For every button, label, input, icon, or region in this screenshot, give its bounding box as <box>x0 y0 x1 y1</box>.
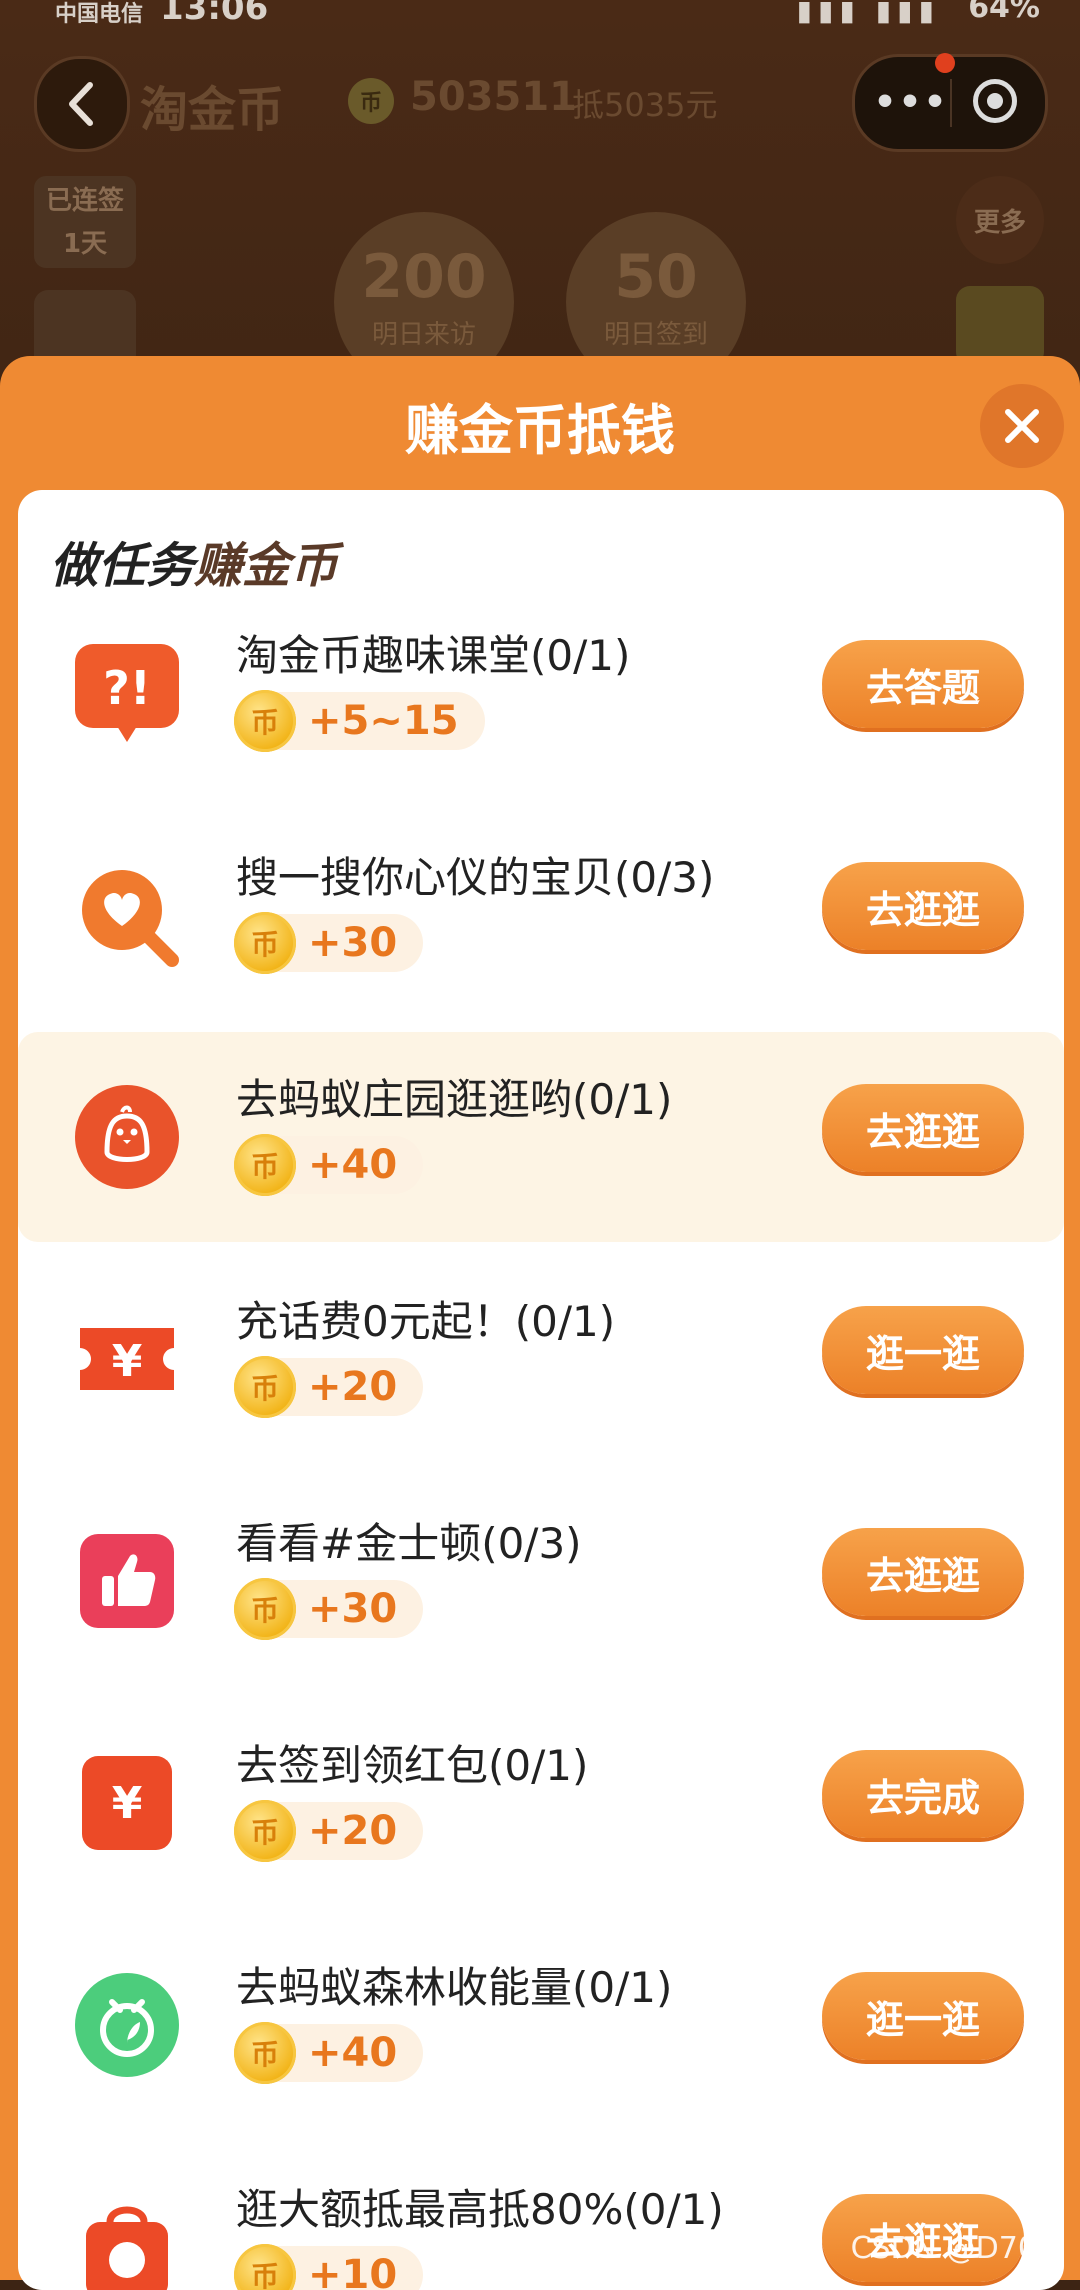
capsule-divider <box>950 79 952 127</box>
reward-points: +40 <box>308 1142 398 1188</box>
task-reward: 币 +20 <box>234 1800 424 1862</box>
coin-icon: 币 <box>234 1578 296 1640</box>
notification-dot <box>935 53 955 73</box>
reward-points: +40 <box>308 2030 398 2076</box>
mini-program-capsule: ••• <box>852 53 1048 152</box>
red-packet-icon: ¥ <box>72 1748 182 1858</box>
task-reward: 币 +20 <box>234 1356 424 1418</box>
carrier-label: 中国电信 <box>55 2 144 27</box>
bonus-amount: 50 <box>614 242 698 312</box>
task-name: 逛大额抵最高抵80%(0/1) <box>236 2185 724 2234</box>
coin-icon: 币 <box>234 2244 296 2290</box>
brand-title: 淘金币 <box>140 82 285 138</box>
task-row: ¥ 去签到领红包(0/1) 币 +20 去完成 <box>18 1698 1064 1908</box>
section-title-part: 做任务 <box>50 538 195 594</box>
deduct-amount: 抵5035元 <box>572 86 718 124</box>
reward-points: +10 <box>308 2252 398 2290</box>
thumbs-up-icon <box>72 1526 182 1636</box>
svg-text:¥: ¥ <box>112 1336 143 1387</box>
clock: 13:06 <box>160 0 269 28</box>
task-row: ¥ 充话费0元起！(0/1) 币 +20 逛一逛 <box>18 1254 1064 1464</box>
quiz-icon: ?! <box>72 638 182 748</box>
task-name: 淘金币趣味课堂(0/1) <box>236 631 631 680</box>
search-heart-icon <box>72 860 182 970</box>
back-button[interactable] <box>34 56 130 152</box>
task-reward: 币 +30 <box>234 912 424 974</box>
task-action-button[interactable]: 去逛逛 <box>822 1084 1024 1172</box>
bonus-label: 明日签到 <box>603 320 708 350</box>
svg-text:?!: ?! <box>103 661 151 715</box>
task-action-button[interactable]: 逛一逛 <box>822 1972 1024 2060</box>
signal-icon: ▮▮▮ ▮▮▮ <box>796 0 940 27</box>
chick-icon <box>72 1082 182 1192</box>
task-reward: 币 +40 <box>234 2022 424 2084</box>
task-name: 去蚂蚁森林收能量(0/1) <box>236 1963 673 2012</box>
battery-level: 64% <box>968 0 1040 25</box>
task-reward: 币 +10 <box>234 2244 424 2290</box>
sign-streak-badge: 已连签 1天 <box>34 176 136 268</box>
task-row: 搜一搜你心仪的宝贝(0/3) 币 +30 去逛逛 <box>18 810 1064 1020</box>
coin-icon: 币 <box>234 1800 296 1862</box>
coin-icon: 币 <box>234 690 296 752</box>
section-title-highlight: 赚金币 <box>194 538 339 594</box>
status-bar: 中国电信 13:06 ▮▮▮ ▮▮▮ 64% <box>0 0 1080 28</box>
section-title: 做任务赚金币 <box>50 526 338 596</box>
task-name: 去签到领红包(0/1) <box>236 1741 589 1790</box>
more-dots-icon[interactable]: ••• <box>873 77 949 127</box>
coin-balance: 503511 <box>410 74 577 120</box>
task-name: 搜一搜你心仪的宝贝(0/3) <box>236 853 715 902</box>
close-mini-program-icon[interactable] <box>973 79 1017 123</box>
bonus-label: 明日来访 <box>371 320 476 350</box>
task-row: 逛大额抵最高抵80%(0/1) 币 +10 去逛逛 <box>18 2142 1064 2290</box>
task-action-button[interactable]: 去答题 <box>822 640 1024 728</box>
reward-points: +20 <box>308 1364 398 1410</box>
game-controller-icon <box>956 286 1044 366</box>
watermark: CSDN @D709 <box>850 2231 1056 2266</box>
task-action-button[interactable]: 去逛逛 <box>822 862 1024 950</box>
reward-points: +30 <box>308 1586 398 1632</box>
streak-days: 1天 <box>62 229 108 259</box>
task-reward: 币 +5~15 <box>234 690 485 752</box>
task-name: 去蚂蚁庄园逛逛哟(0/1) <box>236 1075 673 1124</box>
task-row: 看看#金士顿(0/3) 币 +30 去逛逛 <box>18 1476 1064 1686</box>
task-action-button[interactable]: 去完成 <box>822 1750 1024 1838</box>
sheet-title: 赚金币抵钱 <box>405 399 675 462</box>
task-action-button[interactable]: 去逛逛 <box>822 1528 1024 1616</box>
svg-text:¥: ¥ <box>112 1778 143 1829</box>
reward-points: +30 <box>308 920 398 966</box>
coin-icon: 币 <box>234 1134 296 1196</box>
more-button[interactable]: 更多 <box>956 176 1044 264</box>
yuan-ticket-icon: ¥ <box>72 1304 182 1414</box>
earn-coins-sheet: 赚金币抵钱 做任务赚金币 ?! 淘金币趣味课堂(0/1) 币 +5~15 去答题… <box>0 356 1080 2290</box>
reward-points: +5~15 <box>308 698 459 744</box>
coin-icon: 币 <box>234 2022 296 2084</box>
coin-icon: 币 <box>234 1356 296 1418</box>
streak-label: 已连签 <box>45 186 124 216</box>
shopping-bag-icon <box>72 2192 182 2290</box>
task-reward: 币 +40 <box>234 1134 424 1196</box>
bonus-amount: 200 <box>361 242 487 312</box>
task-name: 充话费0元起！(0/1) <box>236 1297 616 1346</box>
chevron-left-icon <box>69 82 93 126</box>
coin-icon: 币 <box>348 78 394 124</box>
task-action-button[interactable]: 逛一逛 <box>822 1306 1024 1394</box>
coin-icon: 币 <box>234 912 296 974</box>
close-icon <box>1005 409 1039 443</box>
sprout-icon <box>72 1970 182 2080</box>
task-card: 做任务赚金币 ?! 淘金币趣味课堂(0/1) 币 +5~15 去答题 搜一搜你心… <box>18 490 1064 2290</box>
task-row: 去蚂蚁森林收能量(0/1) 币 +40 逛一逛 <box>18 1920 1064 2130</box>
task-row: ?! 淘金币趣味课堂(0/1) 币 +5~15 去答题 <box>18 588 1064 798</box>
reward-points: +20 <box>308 1808 398 1854</box>
task-name: 看看#金士顿(0/3) <box>236 1519 582 1568</box>
close-button[interactable] <box>980 384 1064 468</box>
task-reward: 币 +30 <box>234 1578 424 1640</box>
task-row: 去蚂蚁庄园逛逛哟(0/1) 币 +40 去逛逛 <box>18 1032 1064 1242</box>
